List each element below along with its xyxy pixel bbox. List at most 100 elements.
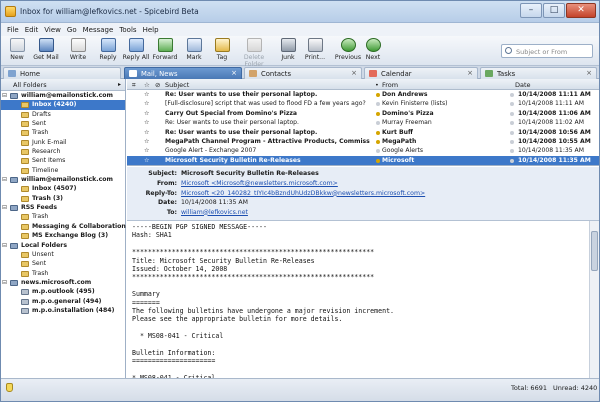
folder-item[interactable]: Inbox (4240) bbox=[1, 100, 125, 110]
folder-account-row[interactable]: ⊟ william@emailonstick.com bbox=[1, 91, 125, 100]
folder-item[interactable]: m.p.o.installation (484) bbox=[1, 306, 125, 315]
chevron-right-icon[interactable]: ▸ bbox=[118, 81, 121, 88]
folder-item[interactable]: Sent bbox=[1, 259, 125, 268]
menu-tools[interactable]: Tools bbox=[116, 26, 139, 34]
minimize-button[interactable]: – bbox=[520, 3, 542, 18]
message-body[interactable]: -----BEGIN PGP SIGNED MESSAGE----- Hash: … bbox=[127, 221, 589, 382]
star-icon[interactable]: ☆ bbox=[144, 128, 149, 137]
star-icon[interactable]: ☆ bbox=[144, 156, 149, 165]
message-body-scrollbar[interactable] bbox=[589, 221, 599, 378]
read-status-icon[interactable] bbox=[376, 158, 380, 163]
recipient-link[interactable]: william@lefkovics.net bbox=[181, 208, 248, 217]
reply-to-link[interactable]: Microsoft <20_140282_tIYIc4bBzndUhUdzDBk… bbox=[181, 189, 425, 198]
collapse-toggle-icon[interactable]: ⊟ bbox=[2, 203, 7, 212]
title-bar[interactable]: Inbox for william@lefkovics.net - Spiceb… bbox=[1, 1, 599, 23]
mark-button[interactable]: Mark bbox=[183, 38, 205, 61]
collapse-toggle-icon[interactable]: ⊟ bbox=[2, 278, 7, 287]
folder-item[interactable]: Unsent bbox=[1, 250, 125, 259]
folder-item[interactable]: Trash bbox=[1, 269, 125, 278]
read-status-icon[interactable] bbox=[376, 140, 380, 144]
read-status-icon[interactable] bbox=[376, 93, 380, 97]
folder-item[interactable]: m.p.o.general (494) bbox=[1, 297, 125, 306]
star-icon[interactable]: ☆ bbox=[144, 118, 149, 127]
column-date[interactable]: Date bbox=[515, 81, 531, 89]
junk-status-icon[interactable] bbox=[510, 149, 514, 154]
star-icon[interactable]: ☆ bbox=[144, 90, 149, 99]
folder-item[interactable]: Sent Items bbox=[1, 156, 125, 165]
forward-button[interactable]: Forward bbox=[151, 38, 179, 61]
message-row[interactable]: ☆ Google Alert - Exchange 2007 Google Aler… bbox=[127, 146, 599, 155]
close-tab-icon[interactable]: × bbox=[351, 69, 357, 77]
junk-status-icon[interactable] bbox=[510, 158, 514, 163]
folder-item[interactable]: Junk E-mail bbox=[1, 138, 125, 147]
junk-status-icon[interactable] bbox=[510, 130, 514, 135]
menu-go[interactable]: Go bbox=[64, 26, 80, 34]
folder-item[interactable]: Timeline bbox=[1, 166, 125, 175]
thread-column-icon[interactable]: ⌗ bbox=[132, 81, 136, 90]
tab-calendar[interactable]: Calendar × bbox=[364, 67, 478, 79]
menu-message[interactable]: Message bbox=[80, 26, 117, 34]
folder-item[interactable]: Trash (3) bbox=[1, 194, 125, 203]
read-status-icon[interactable] bbox=[376, 102, 380, 107]
menu-file[interactable]: File bbox=[4, 26, 22, 34]
read-status-icon[interactable] bbox=[376, 130, 380, 135]
collapse-toggle-icon[interactable]: ⊟ bbox=[2, 175, 7, 184]
column-from[interactable]: From bbox=[382, 81, 398, 89]
message-row[interactable]: ☆ Re: User wants to use their personal la… bbox=[127, 118, 599, 127]
message-row[interactable]: ☆ Re: User wants to use their personal la… bbox=[127, 90, 599, 99]
collapse-toggle-icon[interactable]: ⊟ bbox=[2, 241, 7, 250]
folder-item[interactable]: Drafts bbox=[1, 110, 125, 119]
write-button[interactable]: Write bbox=[67, 38, 89, 61]
column-subject[interactable]: Subject bbox=[165, 81, 189, 89]
junk-status-icon[interactable] bbox=[510, 102, 514, 107]
menu-edit[interactable]: Edit bbox=[22, 26, 42, 34]
folder-item[interactable]: Research bbox=[1, 147, 125, 156]
search-input[interactable]: Subject or From bbox=[501, 44, 593, 58]
delete-folder-button[interactable]: Delete Folder bbox=[235, 38, 273, 68]
attachment-column-icon[interactable]: ⊘ bbox=[155, 81, 160, 89]
folder-item[interactable]: MS Exchange Blog (3) bbox=[1, 231, 125, 240]
reply-all-button[interactable]: Reply All bbox=[122, 38, 150, 61]
message-row[interactable]: ☆ Microsoft Security Bulletin Re-Releases… bbox=[127, 155, 599, 166]
message-row[interactable]: ☆ [Full-disclosure] script that was used … bbox=[127, 99, 599, 108]
tab-contacts[interactable]: Contacts × bbox=[244, 67, 362, 79]
reply-button[interactable]: Reply bbox=[97, 38, 119, 61]
tab-home[interactable]: Home bbox=[3, 67, 121, 79]
next-button[interactable]: Next bbox=[364, 38, 382, 61]
star-icon[interactable]: ☆ bbox=[144, 146, 149, 155]
folder-item[interactable]: Trash bbox=[1, 128, 125, 137]
folder-item[interactable]: Sent bbox=[1, 119, 125, 128]
junk-button[interactable]: Junk bbox=[279, 38, 297, 61]
junk-status-icon[interactable] bbox=[510, 111, 514, 116]
tab-tasks[interactable]: Tasks × bbox=[480, 67, 597, 79]
sender-link[interactable]: Microsoft <Microsoft@newsletters.microso… bbox=[181, 179, 338, 188]
read-status-icon[interactable] bbox=[376, 111, 380, 116]
activity-icon[interactable] bbox=[6, 383, 13, 392]
folder-item[interactable]: Messaging & Collaboration (19) bbox=[1, 222, 142, 231]
star-column-icon[interactable]: ☆ bbox=[144, 81, 150, 89]
menu-view[interactable]: View bbox=[41, 26, 64, 34]
folder-item[interactable]: m.p.outlook (495) bbox=[1, 287, 125, 296]
folder-item[interactable]: Trash bbox=[1, 212, 125, 221]
print-button[interactable]: Print... bbox=[303, 38, 327, 61]
tab-mail-news[interactable]: Mail, News × bbox=[124, 67, 242, 79]
star-icon[interactable]: ☆ bbox=[144, 137, 149, 146]
tag-button[interactable]: Tag bbox=[213, 38, 231, 61]
read-status-icon[interactable] bbox=[376, 121, 380, 126]
close-tab-icon[interactable]: × bbox=[586, 69, 592, 77]
folder-account-row[interactable]: ⊟ RSS Feeds bbox=[1, 203, 125, 212]
folder-pane-header[interactable]: All Folders ▸ bbox=[1, 79, 125, 91]
close-button[interactable]: ✕ bbox=[566, 3, 596, 18]
junk-status-icon[interactable] bbox=[510, 140, 514, 144]
read-status-icon[interactable] bbox=[376, 149, 380, 154]
status-column-icon[interactable]: • bbox=[375, 81, 379, 89]
menu-help[interactable]: Help bbox=[140, 26, 162, 34]
folder-account-row[interactable]: ⊟ Local Folders bbox=[1, 241, 125, 250]
message-row[interactable]: ☆ Re: User wants to use their personal la… bbox=[127, 128, 599, 137]
message-row[interactable]: ☆ Carry Out Special from Domino's Pizza Do… bbox=[127, 109, 599, 118]
junk-status-icon[interactable] bbox=[510, 93, 514, 97]
close-tab-icon[interactable]: × bbox=[467, 69, 473, 77]
folder-account-row[interactable]: ⊟ william@emailonstick.com bbox=[1, 175, 125, 184]
get-mail-button[interactable]: Get Mail bbox=[31, 38, 61, 61]
maximize-button[interactable]: □ bbox=[543, 3, 565, 18]
